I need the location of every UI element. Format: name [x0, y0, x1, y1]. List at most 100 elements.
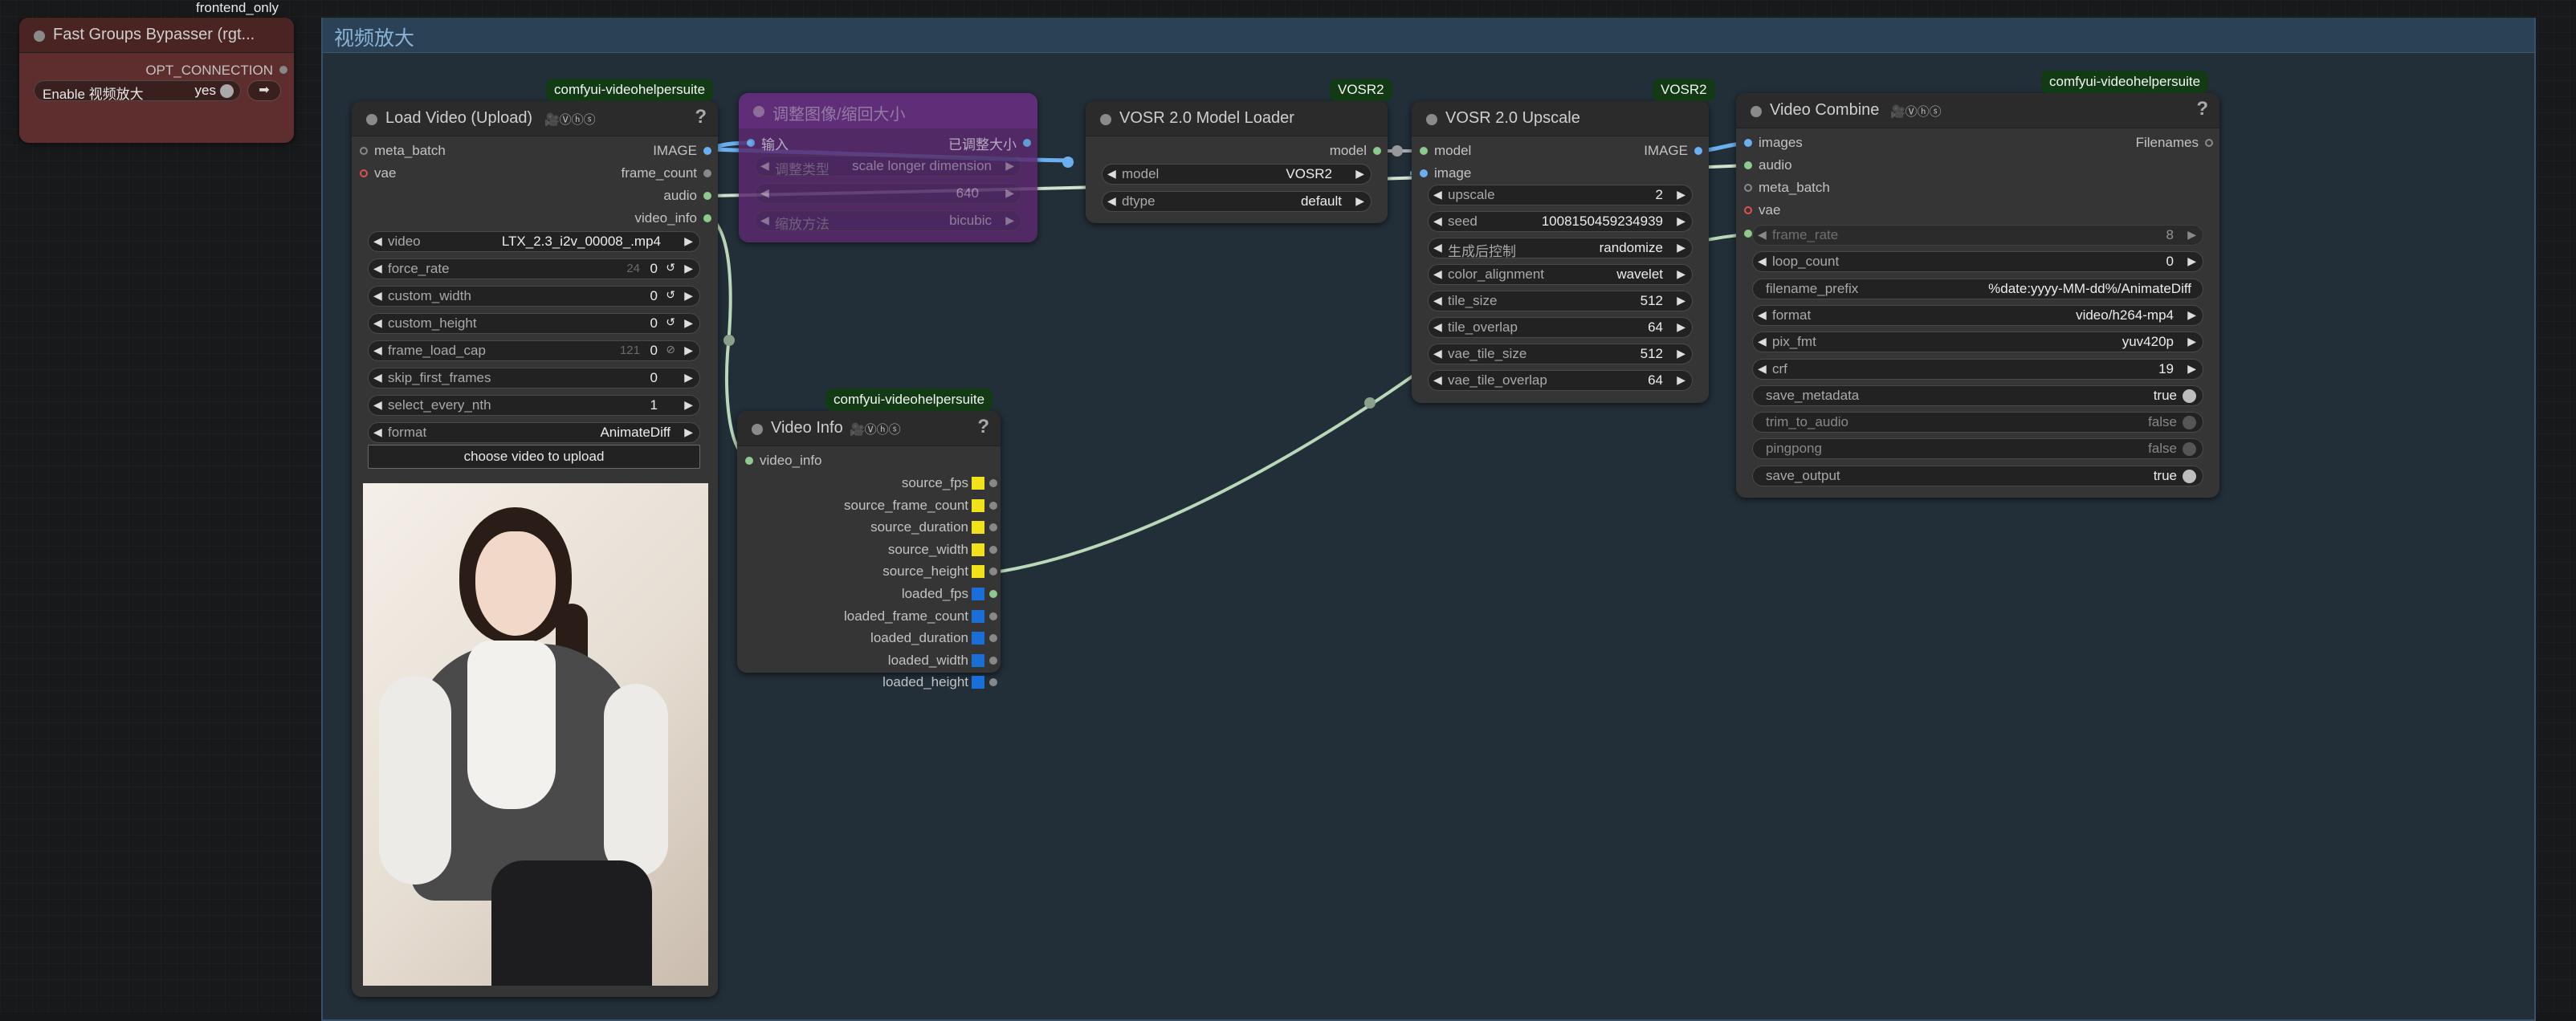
arrow-right-icon[interactable]: ▶	[1677, 188, 1685, 201]
arrow-left-icon[interactable]: ◀	[760, 159, 769, 173]
audio-output-dot[interactable]	[703, 192, 711, 200]
arrow-left-icon[interactable]: ◀	[1107, 167, 1116, 181]
arrow-right-icon[interactable]: ▶	[1677, 214, 1685, 228]
help-icon[interactable]: ?	[695, 106, 707, 128]
arrow-right-icon[interactable]: ▶	[684, 262, 693, 275]
output-dot-loaded_fps[interactable]	[989, 590, 997, 598]
collapse-dot-icon[interactable]	[753, 106, 764, 117]
meta-batch-input-dot[interactable]	[360, 147, 368, 155]
toggle-knob-icon[interactable]	[220, 84, 234, 98]
input-dot[interactable]	[747, 139, 755, 147]
vosr-upscale-node[interactable]: VOSR 2.0 Upscale model image IMAGE ◀ upsc…	[1412, 101, 1709, 403]
upscale-widget-6[interactable]: ◀ vae_tile_size 512 ▶	[1428, 344, 1693, 364]
combine-widget-3[interactable]: ◀ ▶ format video/h264-mp4	[1752, 304, 2203, 326]
load-video-node[interactable]: Load Video (Upload) 🎥Ⓥⓗⓢ ? meta_batch va…	[352, 101, 718, 997]
arrow-left-icon[interactable]: ◀	[1433, 241, 1442, 254]
upscale-widget-2[interactable]: ◀ 生成后控制 randomize ▶	[1428, 238, 1693, 259]
arrow-left-icon[interactable]: ◀	[1758, 254, 1767, 268]
resize-image-node[interactable]: 调整图像/缩回大小 输入 已调整大小 ◀ 调整类型 scale longer d…	[739, 93, 1037, 242]
output-dot-loaded_width[interactable]	[989, 656, 997, 665]
skip-first-frames-field[interactable]: ◀ skip_first_frames 0 ▶	[368, 368, 700, 388]
output-dot-source_duration[interactable]	[989, 523, 997, 532]
frame-rate-input-dot[interactable]	[1744, 230, 1752, 238]
image-output-dot[interactable]	[1694, 147, 1702, 155]
arrow-right-icon[interactable]: ▶	[1677, 294, 1685, 307]
combine-widget-9[interactable]: save_output true	[1752, 465, 2203, 486]
navigate-group-button[interactable]: ➡	[247, 80, 281, 101]
arrow-left-icon[interactable]: ◀	[1433, 214, 1442, 228]
arrow-right-icon[interactable]: ▶	[1677, 320, 1685, 334]
arrow-right-icon[interactable]: ▶	[2187, 362, 2196, 376]
output-dot-source_fps[interactable]	[989, 479, 997, 487]
arrow-left-icon[interactable]: ◀	[1758, 308, 1767, 322]
custom-width-field[interactable]: ◀ custom_width 0 ↺ ▶	[368, 286, 700, 307]
resize-size-field[interactable]: ◀ 640 ▶	[755, 183, 1021, 204]
vae-input-dot[interactable]	[360, 169, 368, 177]
video-info-output-dot[interactable]	[703, 214, 711, 222]
combine-widget-2[interactable]: filename_prefix %date:yyyy-MM-dd%/Animate…	[1752, 278, 2203, 299]
model-input-dot[interactable]	[1420, 147, 1428, 155]
video-info-input-dot[interactable]	[745, 457, 753, 465]
collapse-dot-icon[interactable]	[1100, 114, 1111, 125]
reset-icon[interactable]: ↺	[666, 261, 675, 275]
reset-icon[interactable]: ↺	[666, 315, 675, 329]
arrow-left-icon[interactable]: ◀	[373, 316, 382, 330]
select-every-nth-field[interactable]: ◀ select_every_nth 1 ▶	[368, 395, 700, 416]
output-dot-loaded_frame_count[interactable]	[989, 612, 997, 620]
frame-count-output-dot[interactable]	[703, 169, 711, 177]
combine-widget-7[interactable]: trim_to_audio false	[1752, 412, 2203, 433]
arrow-left-icon[interactable]: ◀	[1433, 267, 1442, 281]
disable-icon[interactable]: ⊘	[666, 343, 675, 356]
toggle-knob-icon[interactable]	[2183, 469, 2196, 483]
arrow-left-icon[interactable]: ◀	[1107, 194, 1116, 208]
vae-input-dot[interactable]	[1744, 206, 1752, 214]
video-preview[interactable]	[363, 483, 708, 986]
toggle-knob-icon[interactable]	[2183, 416, 2196, 430]
collapse-dot-icon[interactable]	[366, 114, 377, 125]
collapse-dot-icon[interactable]	[34, 31, 45, 42]
combine-widget-1[interactable]: ◀ ▶ loop_count 0	[1752, 251, 2203, 273]
arrow-right-icon[interactable]: ▶	[2187, 228, 2196, 242]
arrow-right-icon[interactable]: ▶	[2187, 254, 2196, 268]
combine-widget-6[interactable]: save_metadata true	[1752, 384, 2203, 406]
fast-groups-bypasser-node[interactable]: Fast Groups Bypasser (rgt... OPT_CONNECT…	[19, 18, 294, 143]
combine-widget-8[interactable]: pingpong false	[1752, 438, 2203, 460]
meta-batch-input-dot[interactable]	[1744, 184, 1752, 192]
collapse-dot-icon[interactable]	[1426, 114, 1437, 125]
upload-button[interactable]: choose video to upload	[368, 445, 700, 469]
upscale-widget-4[interactable]: ◀ tile_size 512 ▶	[1428, 291, 1693, 311]
arrow-left-icon[interactable]: ◀	[373, 371, 382, 384]
upscale-widget-7[interactable]: ◀ vae_tile_overlap 64 ▶	[1428, 370, 1693, 391]
output-dot-source_height[interactable]	[989, 567, 997, 576]
arrow-left-icon[interactable]: ◀	[373, 344, 382, 357]
output-dot[interactable]	[1023, 139, 1031, 147]
images-input-dot[interactable]	[1744, 139, 1752, 147]
arrow-left-icon[interactable]: ◀	[373, 398, 382, 412]
toggle-knob-icon[interactable]	[2183, 442, 2196, 457]
arrow-right-icon[interactable]: ▶	[1005, 214, 1014, 227]
combine-widget-4[interactable]: ◀ ▶ pix_fmt yuv420p	[1752, 332, 2203, 353]
arrow-right-icon[interactable]: ▶	[1355, 194, 1364, 208]
image-input-dot[interactable]	[1420, 169, 1428, 177]
arrow-left-icon[interactable]: ◀	[373, 425, 382, 439]
arrow-left-icon[interactable]: ◀	[1758, 362, 1767, 376]
arrow-right-icon[interactable]: ▶	[1355, 167, 1364, 181]
arrow-right-icon[interactable]: ▶	[1677, 347, 1685, 360]
image-output-dot[interactable]	[703, 147, 711, 155]
force-rate-field[interactable]: ◀ force_rate 24 0 ↺ ▶	[368, 258, 700, 279]
arrow-left-icon[interactable]: ◀	[1433, 294, 1442, 307]
combine-widget-0[interactable]: ◀ ▶ frame_rate 8	[1752, 225, 2203, 246]
arrow-left-icon[interactable]: ◀	[1433, 347, 1442, 360]
arrow-right-icon[interactable]: ▶	[1677, 241, 1685, 254]
arrow-right-icon[interactable]: ▶	[684, 371, 693, 384]
arrow-right-icon[interactable]: ▶	[684, 234, 693, 248]
arrow-right-icon[interactable]: ▶	[2187, 335, 2196, 348]
audio-input-dot[interactable]	[1744, 161, 1752, 169]
output-dot-loaded_duration[interactable]	[989, 634, 997, 643]
arrow-left-icon[interactable]: ◀	[373, 234, 382, 248]
upscale-widget-5[interactable]: ◀ tile_overlap 64 ▶	[1428, 317, 1693, 338]
arrow-right-icon[interactable]: ▶	[684, 344, 693, 357]
arrow-right-icon[interactable]: ▶	[1677, 267, 1685, 281]
arrow-left-icon[interactable]: ◀	[1433, 373, 1442, 387]
model-output-dot[interactable]	[1373, 147, 1381, 155]
